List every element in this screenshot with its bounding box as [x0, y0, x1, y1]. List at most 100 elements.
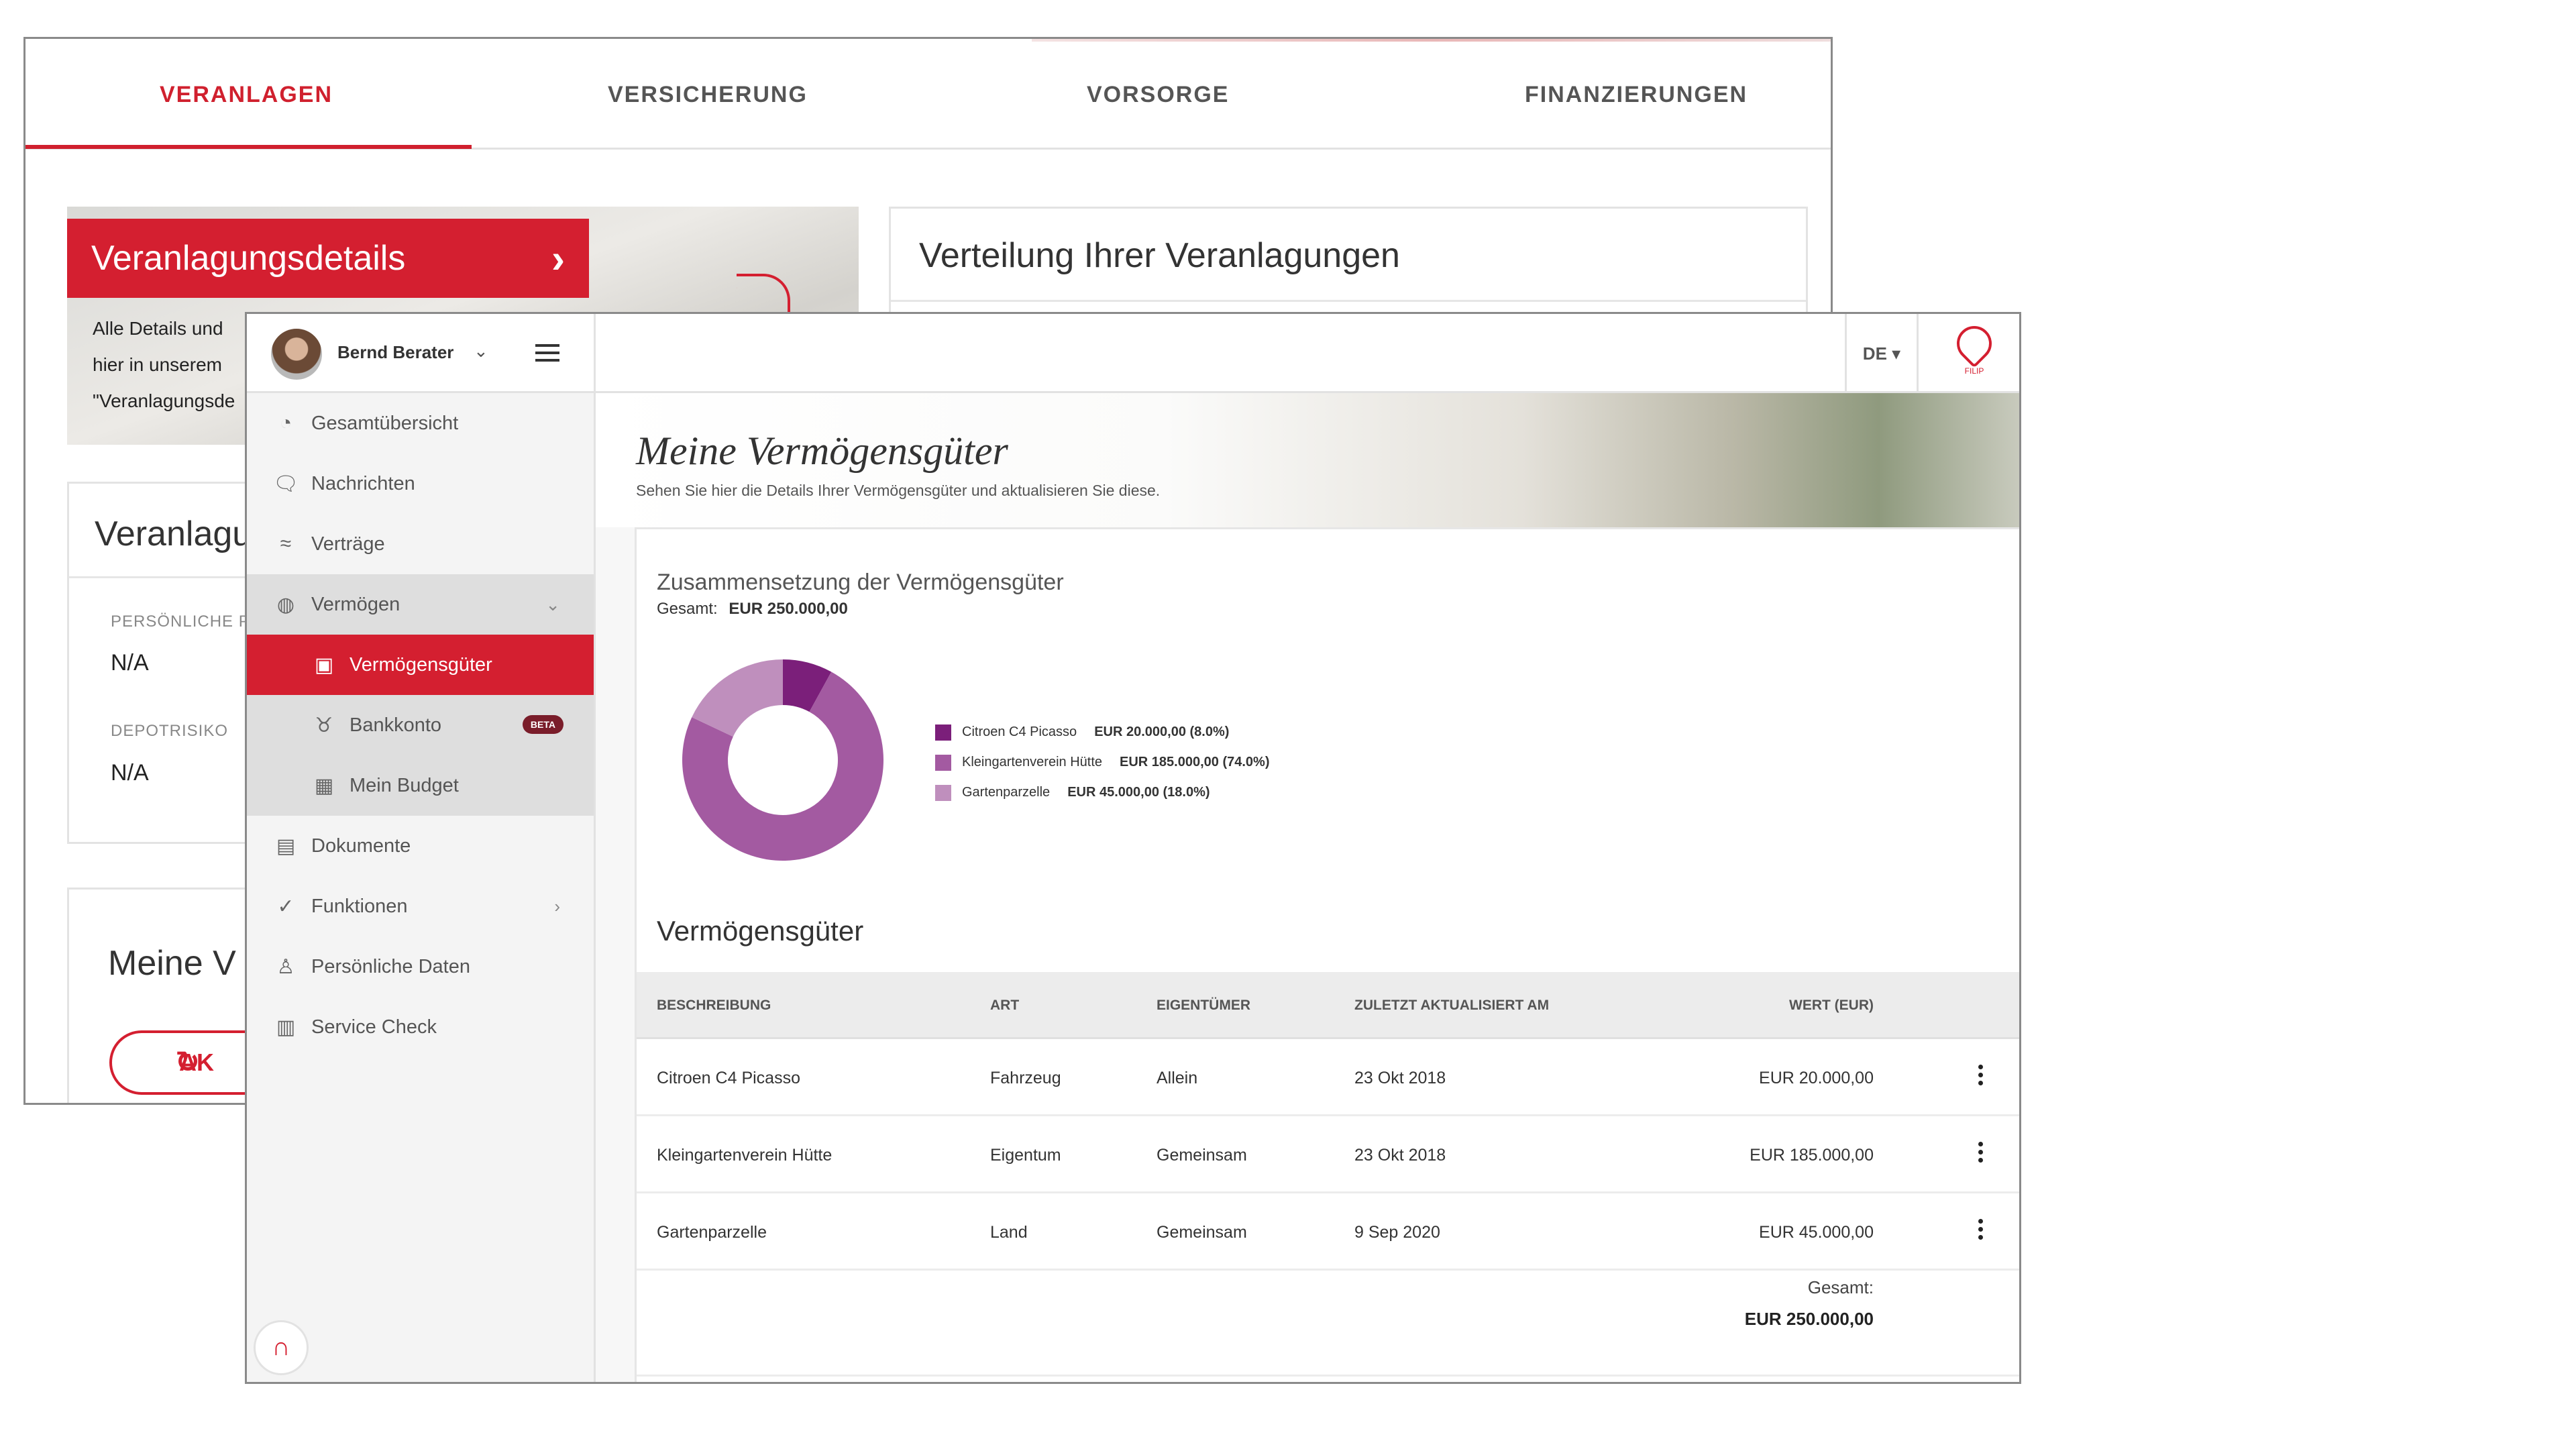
- legend-value: EUR 20.000,00 (8.0%): [1094, 724, 1230, 739]
- column-header-owner[interactable]: EIGENTÜMER: [1157, 998, 1250, 1014]
- table-row[interactable]: Gartenparzelle Land Gemeinsam 9 Sep 2020…: [637, 1193, 2019, 1271]
- banner-desc-line: Alle Details und: [93, 318, 223, 339]
- column-header-updated[interactable]: ZULETZT AKTUALISIERT AM: [1354, 998, 1549, 1014]
- column-header-type[interactable]: ART: [990, 998, 1019, 1014]
- clipboard-icon: ▥: [276, 1016, 296, 1038]
- total-value: EUR 250.000,00: [729, 600, 848, 618]
- refresh-icon: ↻: [175, 1046, 200, 1079]
- table-row[interactable]: Kleingartenverein Hütte Eigentum Gemeins…: [637, 1116, 2019, 1193]
- sidebar-item-persoenliche-daten[interactable]: ♙ Persönliche Daten: [247, 936, 594, 997]
- user-name: Bernd Berater: [337, 342, 454, 362]
- sidebar-item-gesamtuebersicht[interactable]: ◔ Gesamtübersicht: [247, 393, 594, 453]
- legend-item[interactable]: Citroen C4 Picasso EUR 20.000,00 (8.0%): [935, 717, 1269, 747]
- row-owner: Gemeinsam: [1157, 1223, 1247, 1242]
- my-card-title: Meine V: [108, 944, 236, 983]
- legend-label: Kleingartenverein Hütte: [962, 755, 1103, 769]
- page-title: Meine Vermögensgüter: [636, 429, 1008, 473]
- wallet-icon: ▣: [314, 653, 334, 676]
- column-header-value[interactable]: WERT (EUR): [1672, 998, 1874, 1014]
- row-updated: 23 Okt 2018: [1354, 1069, 1446, 1087]
- sidebar-item-vermoegen[interactable]: ◍ Vermögen ⌄: [247, 574, 594, 635]
- tab-vorsorge[interactable]: VORSORGE: [1087, 82, 1229, 108]
- more-options-icon[interactable]: [1978, 1065, 1984, 1087]
- legend-swatch: [935, 724, 951, 741]
- legend-swatch: [935, 784, 951, 801]
- user-menu[interactable]: Bernd Berater ⌄: [247, 314, 596, 393]
- row-updated: 23 Okt 2018: [1354, 1146, 1446, 1165]
- language-selector[interactable]: DE ▾: [1845, 314, 1919, 393]
- chevron-right-icon: ›: [554, 896, 560, 916]
- composition-title: Zusammensetzung der Vermögensgüter: [657, 570, 1064, 595]
- divider: [891, 300, 1806, 302]
- divider: [637, 1375, 2019, 1377]
- composition-donut-chart: [682, 659, 883, 861]
- chat-icon: 🗨: [272, 472, 299, 495]
- row-type: Land: [990, 1223, 1028, 1242]
- row-description: Kleingartenverein Hütte: [657, 1146, 833, 1165]
- page-subtitle: Sehen Sie hier die Details Ihrer Vermöge…: [636, 482, 1161, 499]
- row-value: EUR 45.000,00: [1759, 1223, 1874, 1242]
- row-description: Gartenparzelle: [657, 1223, 767, 1242]
- language-label: DE: [1862, 343, 1887, 364]
- sidebar-item-nachrichten[interactable]: 🗨 Nachrichten: [247, 453, 594, 514]
- sidebar-item-dokumente[interactable]: ▤ Dokumente: [247, 816, 594, 876]
- tab-veranlagen[interactable]: VERANLAGEN: [160, 82, 333, 108]
- beta-badge: BETA: [522, 715, 564, 734]
- sidebar-item-label: Gesamtübersicht: [311, 412, 459, 434]
- sidebar-item-mein-budget[interactable]: ▦ Mein Budget: [247, 755, 594, 816]
- row-value: EUR 20.000,00: [1759, 1069, 1874, 1087]
- veranlagungsdetails-banner[interactable]: Veranlagungsdetails ›: [67, 219, 589, 298]
- sidebar-item-vermoegensgueter[interactable]: ▣ Vermögensgüter: [247, 635, 594, 695]
- main-content: Meine Vermögensgüter Sehen Sie hier die …: [596, 393, 2019, 1382]
- more-options-icon[interactable]: [1978, 1142, 1984, 1165]
- investment-card-title: Veranlagu: [95, 515, 252, 553]
- sidebar-item-bankkonto[interactable]: ♉ Bankkonto BETA: [247, 695, 594, 755]
- sidebar-item-label: Dokumente: [311, 835, 411, 857]
- depot-risk-value: N/A: [111, 760, 149, 786]
- handshake-icon: ≈: [280, 533, 292, 555]
- person-icon: ♙: [276, 955, 295, 978]
- legend-label: Citroen C4 Picasso: [962, 724, 1077, 739]
- tab-finanzierungen[interactable]: FINANZIERUNGEN: [1525, 82, 1748, 108]
- banner-desc-line: hier in unserem: [93, 354, 222, 375]
- filip-label: FILIP: [1964, 366, 1984, 376]
- depot-risk-label: DEPOTRISIKO: [111, 722, 229, 740]
- sidebar-item-label: Vermögen: [311, 593, 400, 615]
- personal-value: N/A: [111, 650, 149, 676]
- sidebar-item-label: Nachrichten: [311, 472, 415, 494]
- chevron-down-icon: ⌄: [545, 594, 560, 614]
- sidebar-item-label: Funktionen: [311, 895, 408, 917]
- sidebar-item-funktionen[interactable]: ✓ Funktionen ›: [247, 876, 594, 936]
- personal-label: PERSÖNLICHE PE: [111, 612, 262, 631]
- row-type: Eigentum: [990, 1146, 1061, 1165]
- legend-swatch: [935, 754, 951, 771]
- table-total-label: Gesamt:: [1807, 1277, 1874, 1297]
- sidebar-item-vertraege[interactable]: ≈ Verträge: [247, 514, 594, 574]
- sidebar-item-label: Service Check: [311, 1016, 437, 1038]
- top-bar: Bernd Berater ⌄ DE ▾ FILIP: [247, 314, 2019, 393]
- row-type: Fahrzeug: [990, 1069, 1061, 1087]
- legend-value: EUR 185.000,00 (74.0%): [1120, 755, 1270, 769]
- sidebar-item-service-check[interactable]: ▥ Service Check: [247, 997, 594, 1057]
- legend-item[interactable]: Kleingartenverein Hütte EUR 185.000,00 (7…: [935, 747, 1269, 777]
- filip-assistant[interactable]: FILIP: [1949, 319, 1999, 376]
- tab-versicherung[interactable]: VERSICHERUNG: [608, 82, 808, 108]
- column-header-description[interactable]: BESCHREIBUNG: [657, 998, 771, 1014]
- table-total: Gesamt: EUR 250.000,00: [1672, 1277, 1874, 1330]
- more-options-icon[interactable]: [1978, 1219, 1984, 1242]
- main-tabs: VERANLAGEN VERSICHERUNG VORSORGE FINANZI…: [25, 39, 1831, 150]
- legend-item[interactable]: Gartenparzelle EUR 45.000,00 (18.0%): [935, 777, 1269, 808]
- row-description: Citroen C4 Picasso: [657, 1069, 800, 1087]
- legend-label: Gartenparzelle: [962, 785, 1051, 800]
- support-headset-button[interactable]: ∩: [254, 1320, 309, 1375]
- hamburger-menu-icon[interactable]: [535, 344, 559, 362]
- legend-value: EUR 45.000,00 (18.0%): [1067, 785, 1210, 800]
- document-icon: ▤: [276, 835, 296, 857]
- active-tab-indicator: [25, 145, 472, 149]
- globe-icon: ◍: [276, 593, 295, 616]
- assets-section-title: Vermögensgüter: [657, 915, 864, 947]
- gauge-icon: ◔: [279, 412, 292, 434]
- table-row[interactable]: Citroen C4 Picasso Fahrzeug Allein 23 Ok…: [637, 1039, 2019, 1116]
- banner-desc-line: "Veranlagungsde: [93, 390, 235, 411]
- hero-header: Meine Vermögensgüter Sehen Sie hier die …: [596, 393, 2019, 527]
